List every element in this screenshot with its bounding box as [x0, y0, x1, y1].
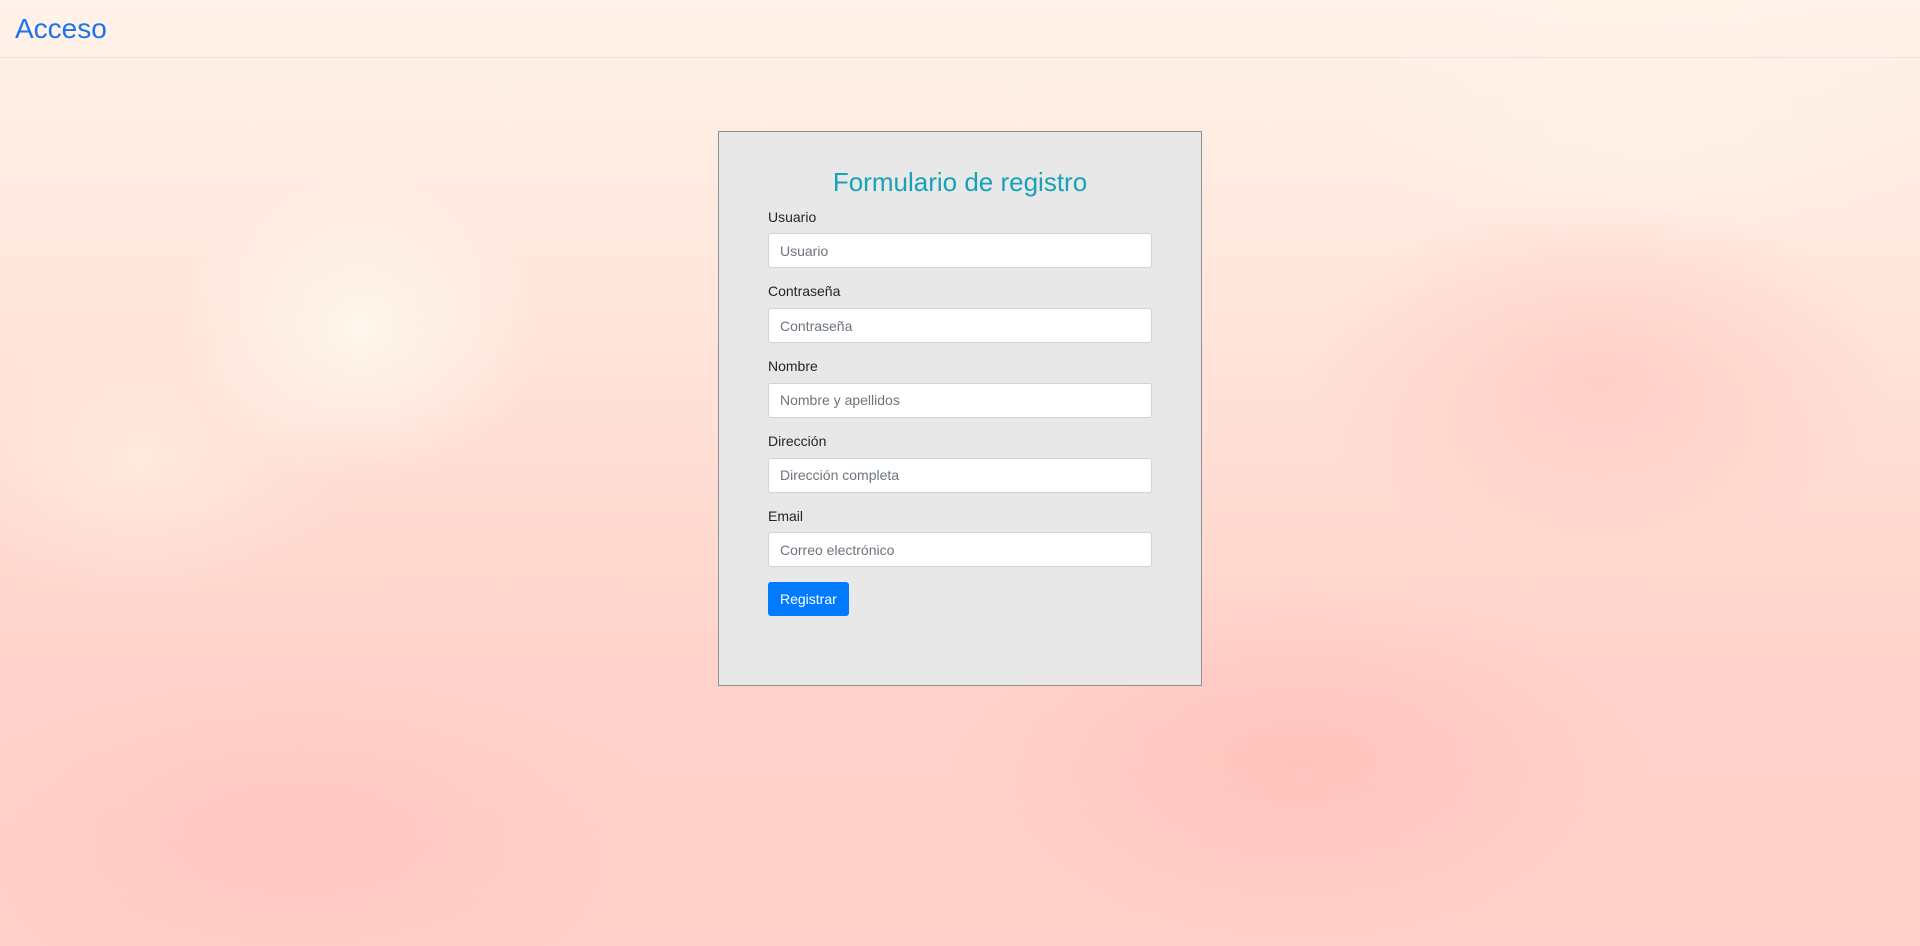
field-contrasena: Contraseña [768, 283, 1152, 344]
field-nombre: Nombre [768, 358, 1152, 418]
top-navbar: Acceso [0, 0, 1920, 58]
field-label-email: Email [768, 507, 804, 524]
registration-panel: Formulario de registro Usuario Contraseñ… [718, 131, 1202, 686]
email-input[interactable] [768, 532, 1152, 568]
field-label-nombre: Nombre [768, 358, 818, 375]
form-title: Formulario de registro [832, 167, 1088, 197]
field-email: Email [768, 508, 1152, 568]
field-label-direccion: Dirección [768, 432, 827, 449]
field-label-usuario: Usuario [768, 208, 817, 225]
field-usuario: Usuario [768, 209, 1152, 269]
direccion-input[interactable] [768, 457, 1152, 493]
usuario-input[interactable] [768, 233, 1152, 269]
brand-link[interactable]: Acceso [15, 12, 107, 46]
field-direccion: Dirección [768, 433, 1152, 493]
registrar-button[interactable]: Registrar [768, 582, 849, 617]
field-label-contrasena: Contraseña [768, 283, 841, 300]
contrasena-input[interactable] [768, 308, 1152, 344]
nombre-input[interactable] [768, 382, 1152, 418]
